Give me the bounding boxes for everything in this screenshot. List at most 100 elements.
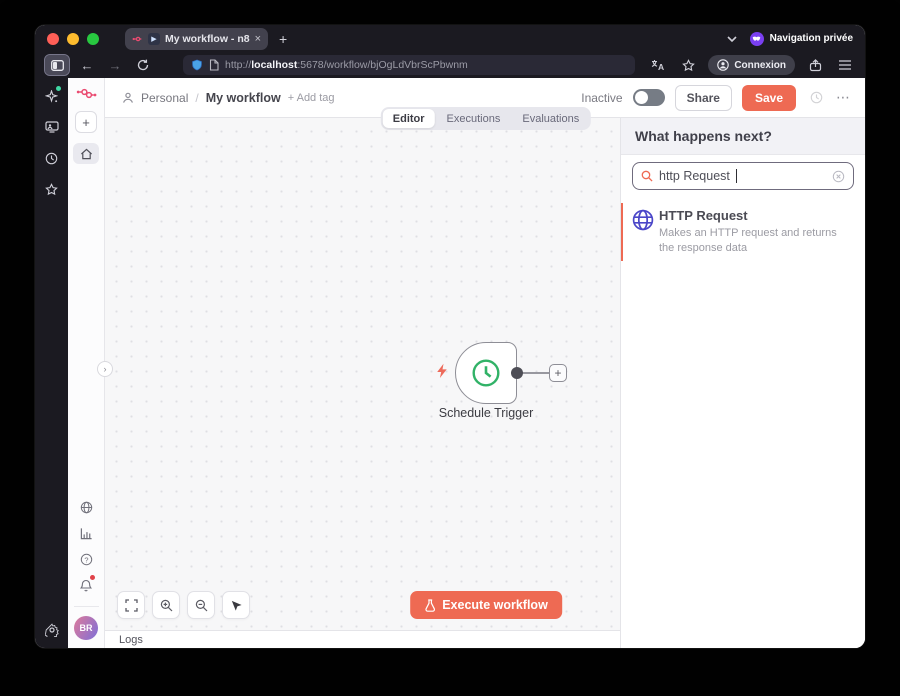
save-button[interactable]: Save (741, 84, 796, 111)
sidebar-divider (73, 606, 99, 607)
svg-text:A: A (658, 62, 664, 71)
settings-gear-icon[interactable] (44, 622, 60, 638)
bookmarks-star-icon[interactable] (44, 181, 60, 197)
panel-collapse-handle[interactable]: › (97, 361, 113, 377)
flask-icon (425, 598, 436, 612)
url-text: http://localhost:5678/workflow/bjOgLdVbr… (225, 59, 468, 71)
fullscreen-window-button[interactable] (87, 32, 99, 45)
browser-tab[interactable]: ▶ My workflow - n8n × (125, 27, 268, 50)
notifications-bell-icon[interactable] (77, 575, 95, 594)
execute-workflow-button[interactable]: Execute workflow (410, 591, 562, 619)
active-status-label: Inactive (581, 90, 623, 105)
tab-close-icon[interactable]: × (255, 33, 261, 45)
fit-view-button[interactable] (117, 591, 145, 619)
breadcrumb-project[interactable]: Personal (141, 91, 188, 105)
hover-accent-bar (621, 203, 623, 261)
home-icon (80, 148, 92, 159)
add-tag-button[interactable]: + Add tag (288, 92, 335, 104)
trigger-bolt-icon (437, 363, 447, 378)
ai-status-dot (55, 86, 61, 91)
panel-title: What happens next? (621, 118, 865, 155)
add-node-plus-button[interactable]: + (549, 364, 567, 382)
node-search-input[interactable]: http Request (632, 162, 854, 190)
breadcrumb: Personal / My workflow + Add tag (122, 91, 335, 105)
result-title: HTTP Request (659, 208, 748, 223)
n8n-main: Personal / My workflow + Add tag Inactiv… (97, 78, 865, 648)
play-favicon-icon: ▶ (148, 32, 160, 45)
breadcrumb-workflow-name[interactable]: My workflow (206, 91, 281, 105)
sidebar-toggle-button[interactable] (44, 54, 70, 76)
new-tab-button[interactable]: + (279, 31, 287, 47)
screen: ▶ My workflow - n8n × + Navigation privé… (0, 0, 900, 696)
more-options-button[interactable]: ⋯ (836, 89, 851, 106)
n8n-logo (76, 88, 96, 99)
add-workflow-button[interactable]: + (75, 111, 97, 133)
breadcrumb-separator: / (195, 90, 199, 105)
forward-button[interactable]: → (105, 55, 125, 75)
zoom-out-button[interactable] (187, 591, 215, 619)
n8n-app: + ? BR Personal / My workflow + Add tag … (68, 78, 865, 648)
person-icon (123, 92, 133, 103)
traffic-lights (47, 32, 99, 45)
workflow-canvas[interactable]: › + Schedule Trigger Execute workflow (97, 118, 620, 630)
account-icon (717, 59, 730, 71)
editor-tabs: Editor Executions Evaluations (380, 107, 592, 130)
nodes-panel: What happens next? http Request HTTP Req… (620, 118, 865, 648)
notification-dot (90, 575, 95, 580)
node-label: Schedule Trigger (438, 406, 534, 420)
insights-chart-icon[interactable] (77, 524, 95, 542)
ai-chat-icon[interactable] (44, 86, 61, 104)
http-globe-icon (632, 209, 654, 231)
home-overview-button[interactable] (73, 143, 99, 164)
user-avatar[interactable]: BR (74, 616, 98, 640)
close-window-button[interactable] (47, 32, 59, 45)
help-icon[interactable]: ? (77, 550, 95, 568)
firefox-sidebar (35, 78, 68, 648)
logs-bar[interactable]: Logs (105, 630, 620, 648)
private-browsing-badge: Navigation privée (749, 31, 853, 46)
clear-search-icon[interactable] (832, 170, 845, 183)
header-actions: Inactive Share Save ⋯ (581, 84, 851, 111)
private-mask-icon (749, 31, 764, 46)
templates-globe-icon[interactable] (77, 498, 95, 516)
url-bar[interactable]: http://localhost:5678/workflow/bjOgLdVbr… (183, 55, 635, 75)
browser-toolbar: ← → http://localhost:5678/workflow/bjOgL… (35, 52, 865, 78)
connexion-button[interactable]: Connexion (708, 55, 795, 75)
tab-title: My workflow - n8n (165, 32, 250, 45)
svg-text:?: ? (84, 555, 88, 564)
canvas-controls (117, 591, 250, 619)
history-icon[interactable] (44, 150, 60, 166)
search-icon (641, 170, 653, 182)
zoom-in-button[interactable] (152, 591, 180, 619)
tab-editor[interactable]: Editor (382, 109, 435, 128)
tab-evaluations[interactable]: Evaluations (512, 109, 589, 128)
n8n-favicon-icon (132, 36, 142, 41)
synced-tabs-icon[interactable] (44, 119, 60, 135)
result-description: Makes an HTTP request and returns the re… (659, 227, 837, 254)
search-value: http Request (659, 169, 730, 183)
translate-icon[interactable]: A (648, 55, 668, 75)
share-button[interactable]: Share (674, 84, 732, 111)
back-button[interactable]: ← (77, 55, 97, 75)
active-toggle[interactable] (632, 89, 665, 106)
tab-executions[interactable]: Executions (437, 109, 511, 128)
schedule-trigger-node[interactable] (455, 342, 517, 404)
browser-window: ▶ My workflow - n8n × + Navigation privé… (35, 25, 865, 648)
toggle-knob (634, 91, 648, 104)
tab-overflow-chevron-icon[interactable] (726, 35, 738, 43)
minimize-window-button[interactable] (67, 32, 79, 45)
menu-hamburger-icon[interactable] (835, 55, 855, 75)
node-output-port[interactable] (511, 367, 523, 379)
text-caret (735, 169, 737, 183)
page-info-icon[interactable] (209, 59, 219, 71)
tab-strip: ▶ My workflow - n8n × + Navigation privé… (35, 25, 865, 52)
clock-icon (472, 359, 500, 387)
reload-button[interactable] (133, 55, 153, 75)
node-result-http-request[interactable]: HTTP Request Makes an HTTP request and r… (621, 203, 865, 261)
logs-label: Logs (119, 633, 143, 646)
tidy-up-cursor-icon[interactable] (222, 591, 250, 619)
version-history-icon[interactable] (806, 88, 826, 108)
import-icon[interactable] (805, 55, 825, 75)
shield-icon[interactable] (191, 59, 203, 72)
bookmark-star-icon[interactable] (678, 55, 698, 75)
